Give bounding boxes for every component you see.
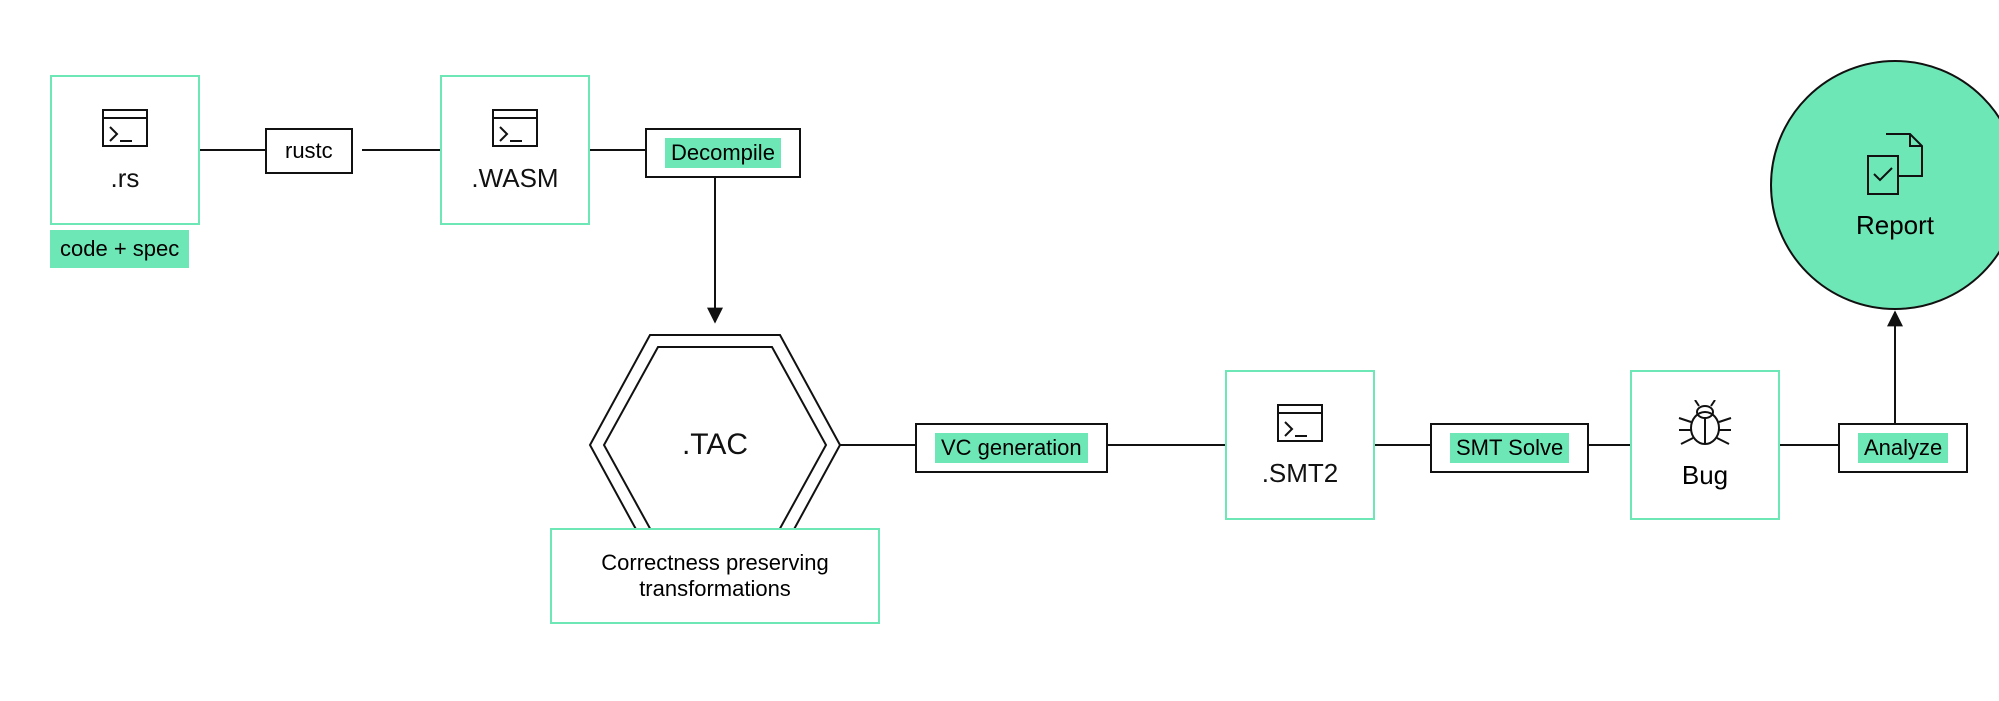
vcgen-label: VC generation: [935, 433, 1088, 463]
rs-note-badge: code + spec: [50, 230, 189, 268]
node-smt2: .SMT2: [1225, 370, 1375, 520]
bug-icon: [1677, 400, 1733, 450]
report-label: Report: [1856, 210, 1934, 241]
rs-ext-label: .rs: [111, 163, 140, 194]
tac-note-box: Correctness preserving transformations: [550, 528, 880, 624]
tac-label: .TAC: [682, 428, 748, 462]
tac-note-label: Correctness preserving transformations: [601, 550, 828, 601]
node-wasm: .WASM: [440, 75, 590, 225]
wasm-ext-label: .WASM: [471, 163, 558, 194]
terminal-icon: [490, 107, 540, 149]
node-analyze: Analyze: [1838, 423, 1968, 473]
node-decompile: Decompile: [645, 128, 801, 178]
report-icon: [1860, 130, 1930, 200]
node-rs: .rs: [50, 75, 200, 225]
analyze-label: Analyze: [1858, 433, 1948, 463]
decompile-label: Decompile: [665, 138, 781, 168]
node-smtsolve: SMT Solve: [1430, 423, 1589, 473]
terminal-icon: [1275, 402, 1325, 444]
node-bug: Bug: [1630, 370, 1780, 520]
terminal-icon: [100, 107, 150, 149]
node-vcgen: VC generation: [915, 423, 1108, 473]
node-rustc: rustc: [265, 128, 353, 174]
rustc-label: rustc: [285, 138, 333, 164]
node-report: Report: [1770, 60, 1999, 310]
smt2-ext-label: .SMT2: [1262, 458, 1339, 489]
bug-label: Bug: [1682, 460, 1728, 491]
smtsolve-label: SMT Solve: [1450, 433, 1569, 463]
